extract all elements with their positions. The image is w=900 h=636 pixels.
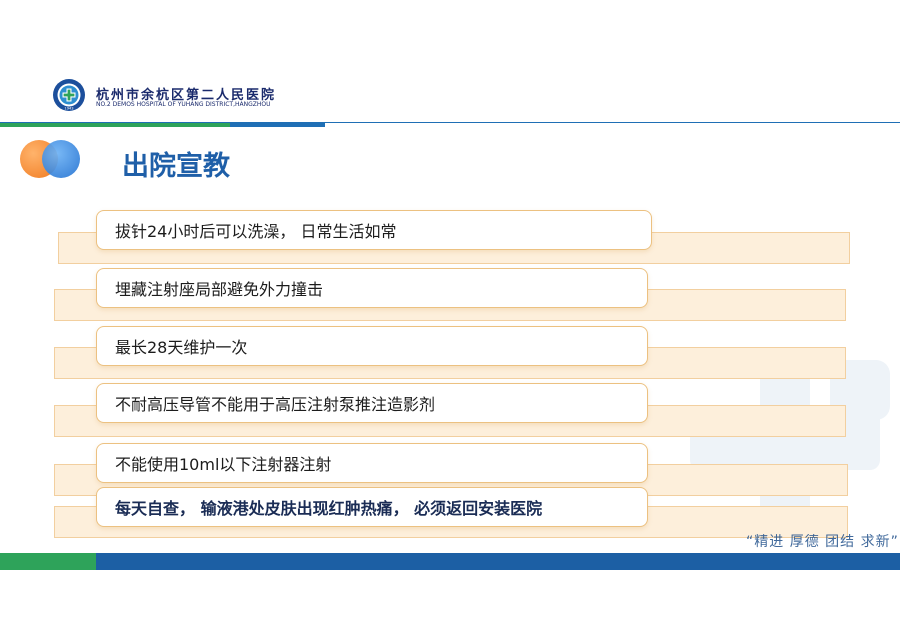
list-item: 每天自查， 输液港处皮肤出现红肿热痛， 必须返回安装医院 [96,487,648,527]
footer-bar-green [0,553,96,570]
list-item: 不能使用10ml以下注射器注射 [96,443,648,483]
header-divider-accent-blue [230,123,325,127]
page-title: 出院宣教 [122,151,230,182]
hospital-emblem-icon: 1943 [53,79,85,111]
hospital-watermark-icon [690,360,890,530]
hospital-name-en: NO.2 DEMOS HOSPITAL OF YUHANG DISTRICT,H… [96,101,271,108]
list-item: 埋藏注射座局部避免外力撞击 [96,268,648,308]
list-item: 拔针24小时后可以洗澡， 日常生活如常 [96,210,652,250]
list-item: 不耐高压导管不能用于高压注射泵推注造影剂 [96,383,648,423]
header-divider-accent-green [0,123,230,127]
title-decoration-icon [20,140,84,180]
blue-circle [42,140,80,178]
footer-bar-blue [96,553,900,570]
header: 1943 杭州市余杭区第二人民医院 NO.2 DEMOS HOSPITAL OF… [0,0,900,128]
list-item: 最长28天维护一次 [96,326,648,366]
logo-year: 1943 [64,107,73,111]
slogan: “精进 厚德 团结 求新” [746,534,899,550]
